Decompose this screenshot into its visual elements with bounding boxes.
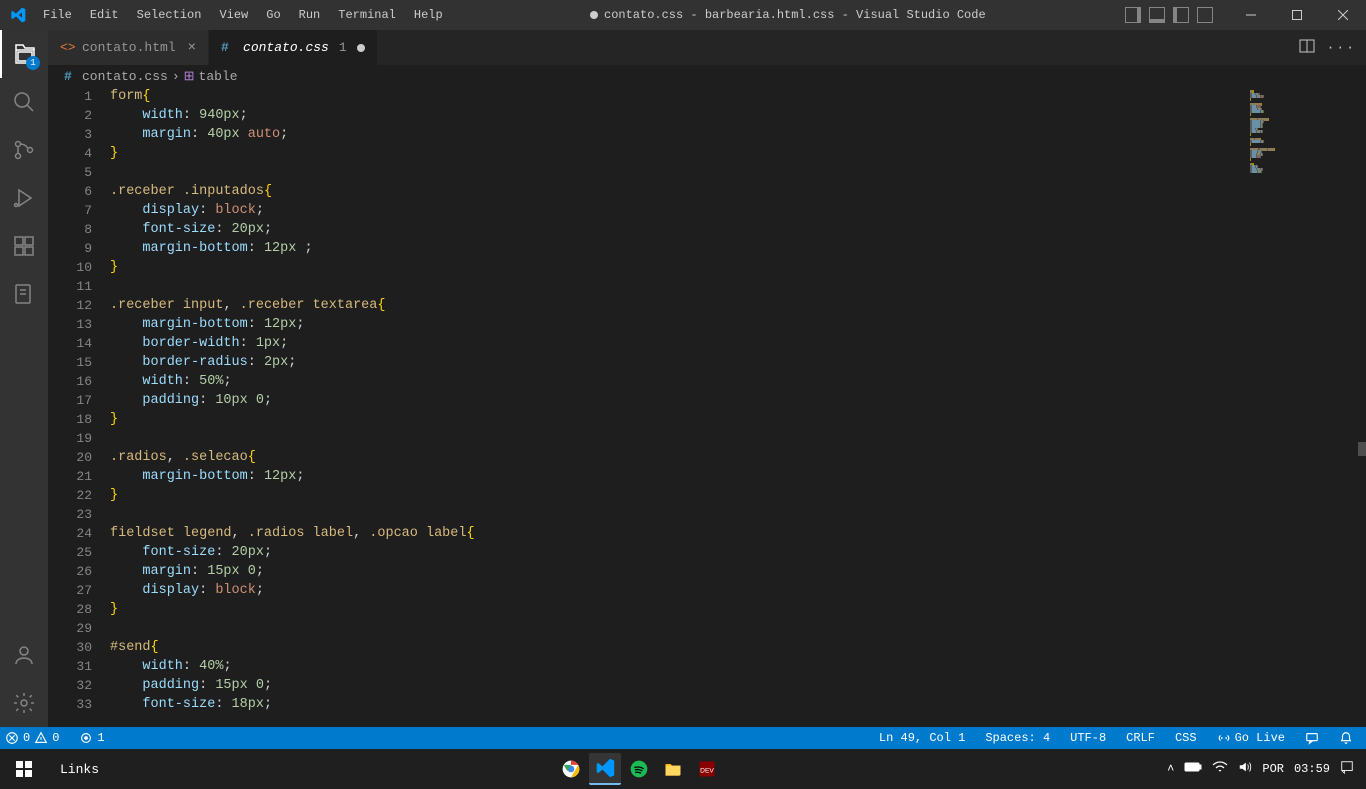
menu-bar: FileEditSelectionViewGoRunTerminalHelp [35, 4, 451, 26]
windows-taskbar: Links DEV ˄ POR 03:59 [0, 749, 1366, 789]
symbol-struct-icon: ⊞ [184, 69, 195, 84]
menu-terminal[interactable]: Terminal [330, 4, 404, 26]
taskbar-explorer-icon[interactable] [657, 753, 689, 785]
menu-edit[interactable]: Edit [82, 4, 127, 26]
chevron-right-icon: › [172, 69, 180, 84]
tray-wifi-icon[interactable] [1212, 761, 1228, 777]
menu-view[interactable]: View [211, 4, 256, 26]
taskbar-devcpp-icon[interactable]: DEV [691, 753, 723, 785]
status-indent[interactable]: Spaces: 4 [980, 731, 1055, 745]
tab-contato-html[interactable]: <> contato.html × [48, 30, 209, 65]
minimize-button[interactable] [1228, 0, 1274, 30]
status-cursor[interactable]: Ln 49, Col 1 [874, 731, 970, 745]
tray-volume-icon[interactable] [1238, 760, 1252, 778]
layout-icon[interactable] [1173, 7, 1189, 23]
close-tab-icon[interactable]: × [188, 40, 196, 56]
status-ports[interactable]: 1 [74, 731, 109, 745]
tray-language[interactable]: POR [1262, 762, 1284, 776]
maximize-button[interactable] [1274, 0, 1320, 30]
status-language[interactable]: CSS [1170, 731, 1202, 745]
vscode-logo [0, 7, 35, 23]
tray-chevron-up-icon[interactable]: ˄ [1167, 762, 1174, 776]
status-golive[interactable]: Go Live [1212, 731, 1290, 745]
sidebar-extra-icon[interactable] [0, 270, 48, 318]
menu-help[interactable]: Help [406, 4, 451, 26]
code-content[interactable]: form{ width: 940px; margin: 40px auto;}.… [110, 87, 1366, 727]
search-icon[interactable] [0, 78, 48, 126]
taskbar-spotify-icon[interactable] [623, 753, 655, 785]
tab-contato-css[interactable]: #contato.css1 [209, 30, 378, 65]
explorer-icon[interactable]: 1 [0, 30, 48, 78]
editor-tabs: <>contato.html×#contato.css1 ··· [48, 30, 1366, 65]
account-icon[interactable] [0, 631, 48, 679]
css-file-icon: # [221, 40, 237, 56]
start-button[interactable] [0, 749, 48, 789]
settings-icon[interactable] [0, 679, 48, 727]
layout-controls[interactable] [1125, 7, 1228, 23]
editor-body[interactable]: 1234567891011121314151617181920212223242… [48, 87, 1366, 727]
svg-text:DEV: DEV [700, 767, 714, 774]
status-encoding[interactable]: UTF-8 [1065, 731, 1111, 745]
tab-label: contato.css [243, 40, 329, 55]
run-debug-icon[interactable] [0, 174, 48, 222]
explorer-badge: 1 [26, 56, 40, 70]
status-feedback-icon[interactable] [1300, 731, 1324, 745]
status-bar: 0 0 1 Ln 49, Col 1 Spaces: 4 UTF-8 CRLF … [0, 727, 1366, 749]
status-bell-icon[interactable] [1334, 731, 1358, 745]
menu-selection[interactable]: Selection [129, 4, 210, 26]
more-actions-icon[interactable]: ··· [1327, 40, 1356, 55]
tray-clock[interactable]: 03:59 [1294, 762, 1330, 776]
close-button[interactable] [1320, 0, 1366, 30]
activity-bar: 1 [0, 30, 48, 727]
tray-battery-icon[interactable] [1184, 761, 1202, 777]
taskbar-links[interactable]: Links [48, 762, 111, 777]
breadcrumb-file[interactable]: contato.css [82, 69, 168, 84]
line-gutter: 1234567891011121314151617181920212223242… [48, 87, 110, 727]
status-eol[interactable]: CRLF [1121, 731, 1160, 745]
window-title: contato.css - barbearia.html.css - Visua… [451, 8, 1125, 22]
extensions-icon[interactable] [0, 222, 48, 270]
status-problems[interactable]: 0 0 [0, 731, 64, 745]
menu-run[interactable]: Run [291, 4, 329, 26]
menu-go[interactable]: Go [258, 4, 288, 26]
split-editor-icon[interactable] [1299, 38, 1315, 58]
scrollbar-handle[interactable] [1358, 442, 1366, 456]
taskbar-vscode-icon[interactable] [589, 753, 621, 785]
layout-icon[interactable] [1149, 7, 1165, 23]
css-file-icon: # [64, 69, 78, 83]
breadcrumb[interactable]: # contato.css › ⊞ table [48, 65, 1366, 87]
menu-file[interactable]: File [35, 4, 80, 26]
minimap[interactable] [1246, 87, 1366, 727]
html-file-icon: <> [60, 40, 76, 56]
tab-label: contato.html [82, 40, 176, 55]
tray-notifications-icon[interactable] [1340, 760, 1354, 778]
titlebar: FileEditSelectionViewGoRunTerminalHelp c… [0, 0, 1366, 30]
taskbar-chrome-icon[interactable] [555, 753, 587, 785]
dirty-indicator-icon [357, 44, 365, 52]
source-control-icon[interactable] [0, 126, 48, 174]
breadcrumb-symbol[interactable]: table [199, 69, 238, 84]
layout-icon[interactable] [1125, 7, 1141, 23]
layout-icon[interactable] [1197, 7, 1213, 23]
